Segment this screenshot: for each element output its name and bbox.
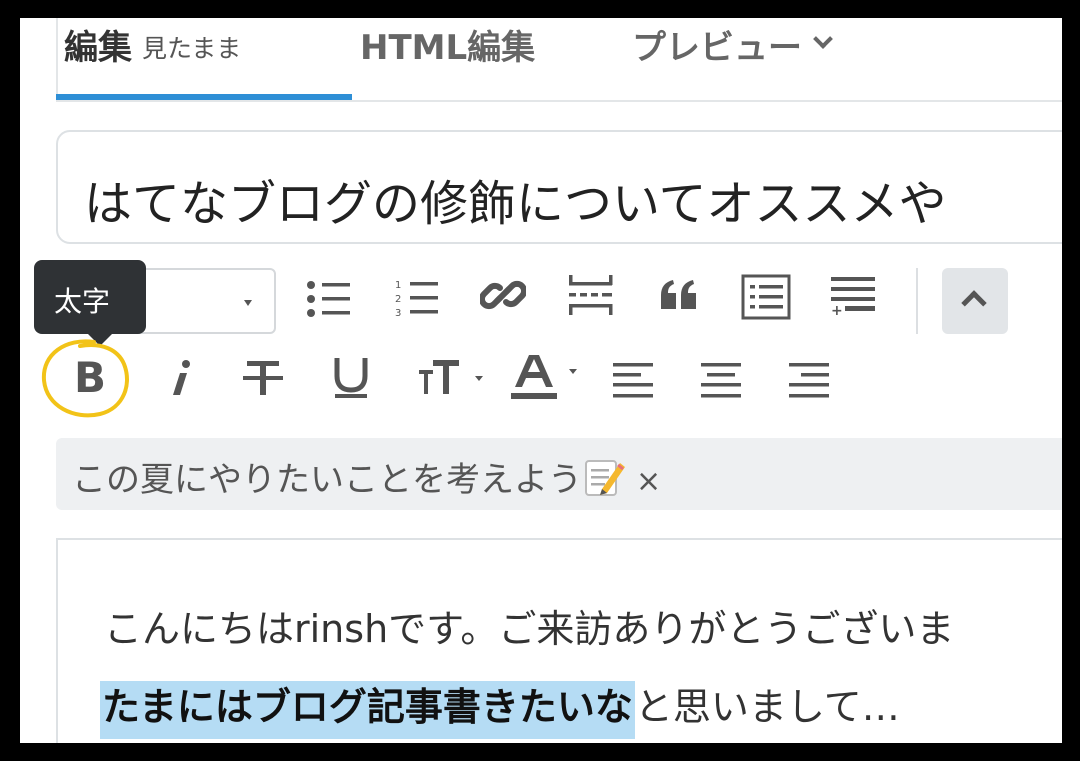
strikethrough-button[interactable] <box>240 356 286 400</box>
svg-text:1: 1 <box>395 280 401 291</box>
tab-html[interactable]: HTML編集 <box>360 18 535 100</box>
align-center-icon <box>701 363 741 398</box>
align-center-button[interactable] <box>698 358 744 404</box>
bold-tooltip: 太字 <box>34 260 146 346</box>
bold-tooltip-text: 太字 <box>54 285 111 318</box>
caret-down-icon <box>244 300 252 306</box>
footnote-icon: + <box>831 277 875 315</box>
tab-preview[interactable]: プレビュー <box>632 18 833 100</box>
theme-suggestion-text: この夏にやりたいことを考えよう <box>72 460 582 500</box>
blockquote-button[interactable] <box>656 274 702 316</box>
align-right-icon <box>789 363 829 398</box>
tab-preview-label: プレビュー <box>632 28 802 68</box>
bullet-list-icon <box>307 281 350 317</box>
tab-html-label: HTML編集 <box>360 28 536 68</box>
bullet-list-button[interactable] <box>304 274 354 324</box>
text-color-button[interactable] <box>508 352 580 402</box>
chevron-up-icon <box>961 290 987 316</box>
active-tab-indicator <box>56 94 352 100</box>
italic-icon <box>173 360 190 395</box>
tab-wysiwyg-sub: 見たまま <box>142 34 242 63</box>
align-left-icon <box>613 363 653 398</box>
font-size-icon <box>419 360 483 394</box>
underline-button[interactable] <box>330 354 372 400</box>
svg-text:+: + <box>831 303 843 315</box>
memo-icon <box>584 457 626 497</box>
tab-wysiwyg-label: 編集 <box>64 28 132 68</box>
selected-text: たまにはブログ記事書きたいな <box>100 681 635 739</box>
bold-button[interactable]: B <box>66 354 114 402</box>
toolbar-divider <box>916 268 918 334</box>
table-of-contents-button[interactable] <box>740 272 792 322</box>
title-input-value: はてなブログの修飾についてオススメや <box>84 176 947 232</box>
editor-body[interactable]: こんにちはrinshです。ご来訪ありがとうございま たまにはブログ記事書きたいな… <box>56 538 1062 743</box>
table-of-contents-icon <box>741 274 791 320</box>
italic-button[interactable] <box>160 356 200 400</box>
editor-frame: 編集 見たまま HTML編集 プレビュー はてなブログの修飾についてオススメや … <box>20 18 1062 743</box>
body-paragraph-1: こんにちはrinshです。ご来訪ありがとうございま <box>104 607 955 651</box>
tab-wysiwyg[interactable]: 編集 見たまま <box>64 18 241 100</box>
font-size-button[interactable] <box>416 356 486 400</box>
bold-icon: B <box>73 353 106 402</box>
link-icon <box>480 280 526 310</box>
svg-text:2: 2 <box>395 294 401 305</box>
underline-icon <box>334 358 368 398</box>
svg-text:3: 3 <box>395 308 401 319</box>
body-paragraph-2-rest: と思いまして… <box>634 685 900 729</box>
read-more-icon <box>569 275 613 315</box>
numbered-list-icon: 1 2 3 <box>395 280 438 319</box>
close-icon[interactable]: × <box>636 464 661 499</box>
link-button[interactable] <box>478 270 528 320</box>
align-left-button[interactable] <box>610 358 656 404</box>
footnote-button[interactable]: + <box>828 270 878 320</box>
text-color-icon <box>511 355 577 399</box>
read-more-button[interactable] <box>564 270 618 320</box>
align-right-button[interactable] <box>786 358 832 404</box>
title-input[interactable]: はてなブログの修飾についてオススメや <box>56 130 1062 244</box>
body-paragraph-2: たまにはブログ記事書きたいなと思いまして… <box>100 676 900 739</box>
chevron-down-icon <box>813 29 833 49</box>
numbered-list-button[interactable]: 1 2 3 <box>392 274 442 324</box>
theme-suggestion-bar[interactable]: この夏にやりたいことを考えよう × <box>56 438 1062 510</box>
heading-select[interactable] <box>134 268 276 334</box>
collapse-toolbar-button[interactable] <box>942 268 1008 334</box>
blockquote-icon <box>661 280 696 309</box>
strikethrough-icon <box>243 361 283 395</box>
